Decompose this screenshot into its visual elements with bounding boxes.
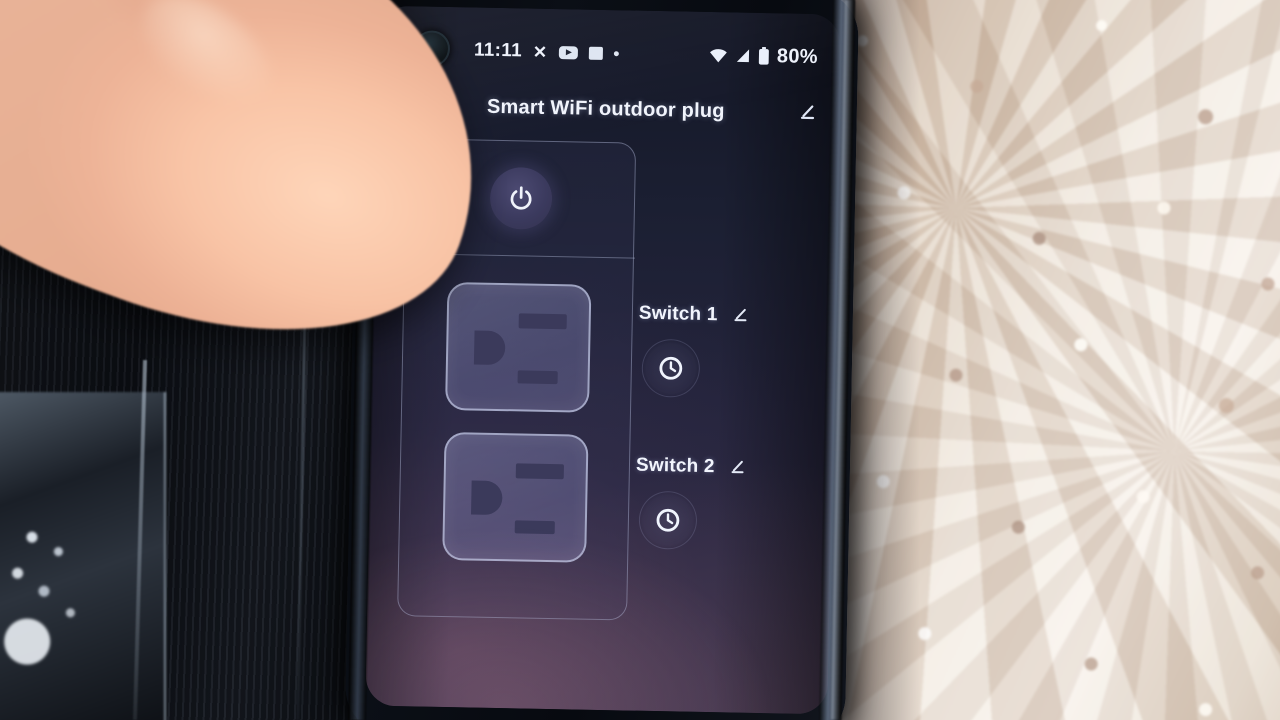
power-toggle-button[interactable] — [489, 166, 553, 230]
switch-1-name: Switch 1 — [638, 302, 718, 326]
outlet-slot-bottom — [514, 520, 555, 535]
pencil-icon — [800, 105, 815, 120]
edit-device-button[interactable] — [790, 98, 821, 129]
power-icon — [510, 186, 532, 210]
switch-group-1: Switch 1 — [633, 303, 825, 401]
battery-icon — [758, 47, 769, 65]
status-bar-right: 80% — [708, 43, 818, 68]
battery-percent-label: 80% — [776, 44, 819, 68]
outlet-slot-bottom — [517, 370, 558, 385]
switch-column: Switch 1 Switch 2 — [629, 143, 828, 625]
switch-group-2: Switch 2 — [630, 455, 822, 553]
status-bar-clock: 11:11 — [473, 39, 523, 62]
x-icon: ✕ — [532, 42, 548, 62]
square-app-icon — [588, 46, 603, 60]
switch-1-timer-button[interactable] — [641, 338, 701, 398]
outlet-socket-2[interactable] — [442, 431, 589, 563]
status-bar-left: 11:11 ✕ — [474, 39, 619, 64]
pencil-icon[interactable] — [725, 457, 745, 477]
clock-icon — [659, 356, 683, 380]
clock-icon — [656, 508, 680, 532]
youtube-icon — [558, 45, 578, 59]
outlet-illustrations — [398, 253, 635, 621]
outlet-socket-1[interactable] — [445, 281, 592, 413]
switch-1-row: Switch 1 — [635, 303, 825, 329]
status-bar: 11:11 ✕ 80% — [378, 32, 841, 75]
wifi-icon — [710, 49, 727, 63]
pencil-icon[interactable] — [728, 305, 748, 325]
page-title: Smart WiFi outdoor plug — [486, 95, 725, 122]
switch-2-row: Switch 2 — [632, 455, 822, 481]
dot-icon — [613, 50, 619, 56]
outlet-slot-top — [518, 313, 567, 330]
signal-icon — [736, 49, 750, 63]
finger-tip-highlight — [121, 0, 293, 133]
switch-2-timer-button[interactable] — [638, 490, 698, 550]
outlet-slot-top — [515, 463, 564, 480]
switch-2-name: Switch 2 — [635, 454, 715, 478]
outlet-ground-hole — [473, 330, 506, 366]
screenshot-root: 11:11 ✕ 80% Smart WiFi outdoor plug Swit… — [0, 0, 1280, 720]
outlet-ground-hole — [471, 480, 503, 516]
